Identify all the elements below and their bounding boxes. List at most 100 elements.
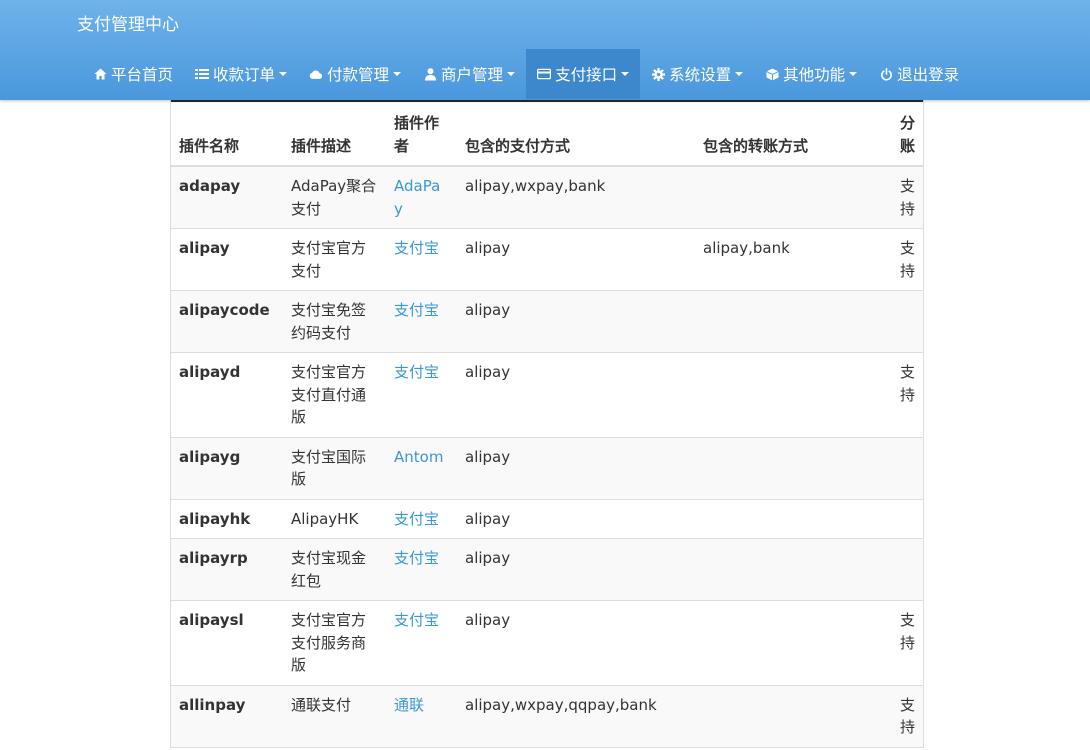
plugin-author-cell: 支付宝 — [386, 538, 457, 601]
col-header-pay-methods: 包含的支付方式 — [457, 100, 695, 167]
nav-item-2[interactable]: 付款管理 — [298, 49, 412, 99]
plugin-author-link[interactable]: 支付宝 — [394, 363, 439, 381]
nav-item-4[interactable]: 支付接口 — [526, 49, 641, 99]
home-icon — [93, 67, 107, 81]
plugin-author-link[interactable]: 支付宝 — [394, 611, 439, 629]
split-cell: 支持 — [887, 352, 923, 438]
transfer-methods-cell — [695, 600, 887, 686]
brand-title[interactable]: 支付管理中心 — [77, 13, 179, 37]
plugin-author-cell: Antom — [386, 437, 457, 500]
plugin-author-cell: 支付宝 — [386, 228, 457, 291]
pay-methods-cell: alipay,wxpay,bank — [457, 166, 695, 229]
table-row: alipayg 支付宝国际版 Antom alipay — [171, 437, 923, 500]
plugin-desc-cell: 支付宝现金红包 — [283, 538, 386, 601]
plugin-name-cell: alipayrp — [171, 538, 283, 601]
nav-item-7[interactable]: 退出登录 — [868, 49, 970, 99]
credit-card-icon — [537, 67, 552, 81]
main-nav: 平台首页 收款订单 付款管理 商户管理 支付接口 系统设置 其他功能 退出登录 — [82, 49, 970, 99]
plugin-name-cell: alipaysl — [171, 600, 283, 686]
nav-item-label: 系统设置 — [669, 66, 732, 84]
caret-down-icon — [735, 72, 744, 76]
plugin-desc-cell: 通联支付 — [283, 685, 386, 748]
plugin-name-cell: alipayhk — [171, 499, 283, 539]
pay-methods-cell: alipay — [457, 352, 695, 438]
table-row: allinpay 通联支付 通联 alipay,wxpay,qqpay,bank 支持 — [171, 685, 923, 748]
power-icon — [879, 67, 893, 81]
plugin-desc-cell: 支付宝国际版 — [283, 437, 386, 500]
split-cell — [887, 437, 923, 500]
gear-icon — [651, 67, 665, 81]
nav-item-label: 其他功能 — [783, 66, 846, 84]
plugin-author-cell: 通联 — [386, 685, 457, 748]
plugin-author-link[interactable]: 支付宝 — [394, 510, 439, 528]
nav-item-label: 付款管理 — [327, 66, 390, 84]
caret-down-icon — [507, 72, 516, 76]
plugin-desc-cell: AlipayHK — [283, 499, 386, 539]
pay-methods-cell: alipay — [457, 600, 695, 686]
table-row: alipaysl 支付宝官方支付服务商版 支付宝 alipay 支持 — [171, 600, 923, 686]
nav-item-3[interactable]: 商户管理 — [412, 49, 526, 99]
plugin-author-cell: 支付宝 — [386, 352, 457, 438]
plugin-author-cell: 支付宝 — [386, 499, 457, 539]
col-header-author: 插件作者 — [386, 100, 457, 167]
nav-item-label: 商户管理 — [441, 66, 504, 84]
top-navbar: 支付管理中心 平台首页 收款订单 付款管理 商户管理 支付接口 系统设置 其他功能 退出登录 — [0, 0, 1090, 100]
split-cell: 支持 — [887, 685, 923, 748]
transfer-methods-cell — [695, 437, 887, 500]
nav-item-5[interactable]: 系统设置 — [640, 49, 754, 99]
nav-item-0[interactable]: 平台首页 — [82, 49, 184, 99]
list-icon — [195, 67, 210, 81]
nav-item-label: 退出登录 — [897, 66, 960, 84]
plugin-name-cell: allinpay — [171, 685, 283, 748]
plugin-author-cell: AdaPay — [386, 166, 457, 229]
split-cell — [887, 538, 923, 601]
plugin-author-cell: 支付宝 — [386, 600, 457, 686]
plugin-name-cell: alipayg — [171, 437, 283, 500]
cloud-icon — [309, 67, 323, 81]
col-header-transfer-methods: 包含的转账方式 — [695, 100, 887, 167]
plugin-author-link[interactable]: 支付宝 — [394, 301, 439, 319]
split-cell: 支持 — [887, 228, 923, 291]
plugin-author-link[interactable]: 支付宝 — [394, 239, 439, 257]
plugin-author-link[interactable]: 支付宝 — [394, 549, 439, 567]
plugin-table: 插件名称 插件描述 插件作者 包含的支付方式 包含的转账方式 分账 adapay… — [171, 100, 923, 748]
plugin-author-link[interactable]: AdaPay — [394, 177, 440, 218]
transfer-methods-cell — [695, 352, 887, 438]
table-row: adapay AdaPay聚合支付 AdaPay alipay,wxpay,bank 支… — [171, 166, 923, 229]
transfer-methods-cell — [695, 499, 887, 539]
plugin-author-link[interactable]: 通联 — [394, 696, 424, 714]
nav-item-6[interactable]: 其他功能 — [754, 49, 868, 99]
caret-down-icon — [393, 72, 402, 76]
plugin-name-cell: alipay — [171, 228, 283, 291]
pay-methods-cell: alipay — [457, 290, 695, 353]
nav-item-1[interactable]: 收款订单 — [184, 49, 298, 99]
pay-methods-cell: alipay — [457, 228, 695, 291]
plugin-desc-cell: AdaPay聚合支付 — [283, 166, 386, 229]
plugin-name-cell: alipaycode — [171, 290, 283, 353]
split-cell: 支持 — [887, 600, 923, 686]
plugin-name-cell: adapay — [171, 166, 283, 229]
plugin-table-container: 插件名称 插件描述 插件作者 包含的支付方式 包含的转账方式 分账 adapay… — [170, 100, 924, 748]
caret-down-icon — [849, 72, 858, 76]
table-row: alipaycode 支付宝免签约码支付 支付宝 alipay — [171, 290, 923, 353]
split-cell — [887, 499, 923, 539]
transfer-methods-cell — [695, 290, 887, 353]
plugin-desc-cell: 支付宝官方支付直付通版 — [283, 352, 386, 438]
transfer-methods-cell — [695, 685, 887, 748]
plugin-desc-cell: 支付宝免签约码支付 — [283, 290, 386, 353]
plugin-author-link[interactable]: Antom — [394, 448, 443, 466]
nav-item-label: 平台首页 — [111, 66, 174, 84]
col-header-split: 分账 — [887, 100, 923, 167]
plugin-desc-cell: 支付宝官方支付 — [283, 228, 386, 291]
split-cell — [887, 290, 923, 353]
cube-icon — [765, 67, 779, 81]
table-header-row: 插件名称 插件描述 插件作者 包含的支付方式 包含的转账方式 分账 — [171, 100, 923, 167]
pay-methods-cell: alipay — [457, 437, 695, 500]
table-body: adapay AdaPay聚合支付 AdaPay alipay,wxpay,bank 支… — [171, 166, 923, 748]
nav-item-label: 收款订单 — [213, 66, 276, 84]
split-cell: 支持 — [887, 166, 923, 229]
plugin-author-cell: 支付宝 — [386, 290, 457, 353]
table-row: alipayd 支付宝官方支付直付通版 支付宝 alipay 支持 — [171, 352, 923, 438]
col-header-name: 插件名称 — [171, 100, 283, 167]
caret-down-icon — [279, 72, 288, 76]
